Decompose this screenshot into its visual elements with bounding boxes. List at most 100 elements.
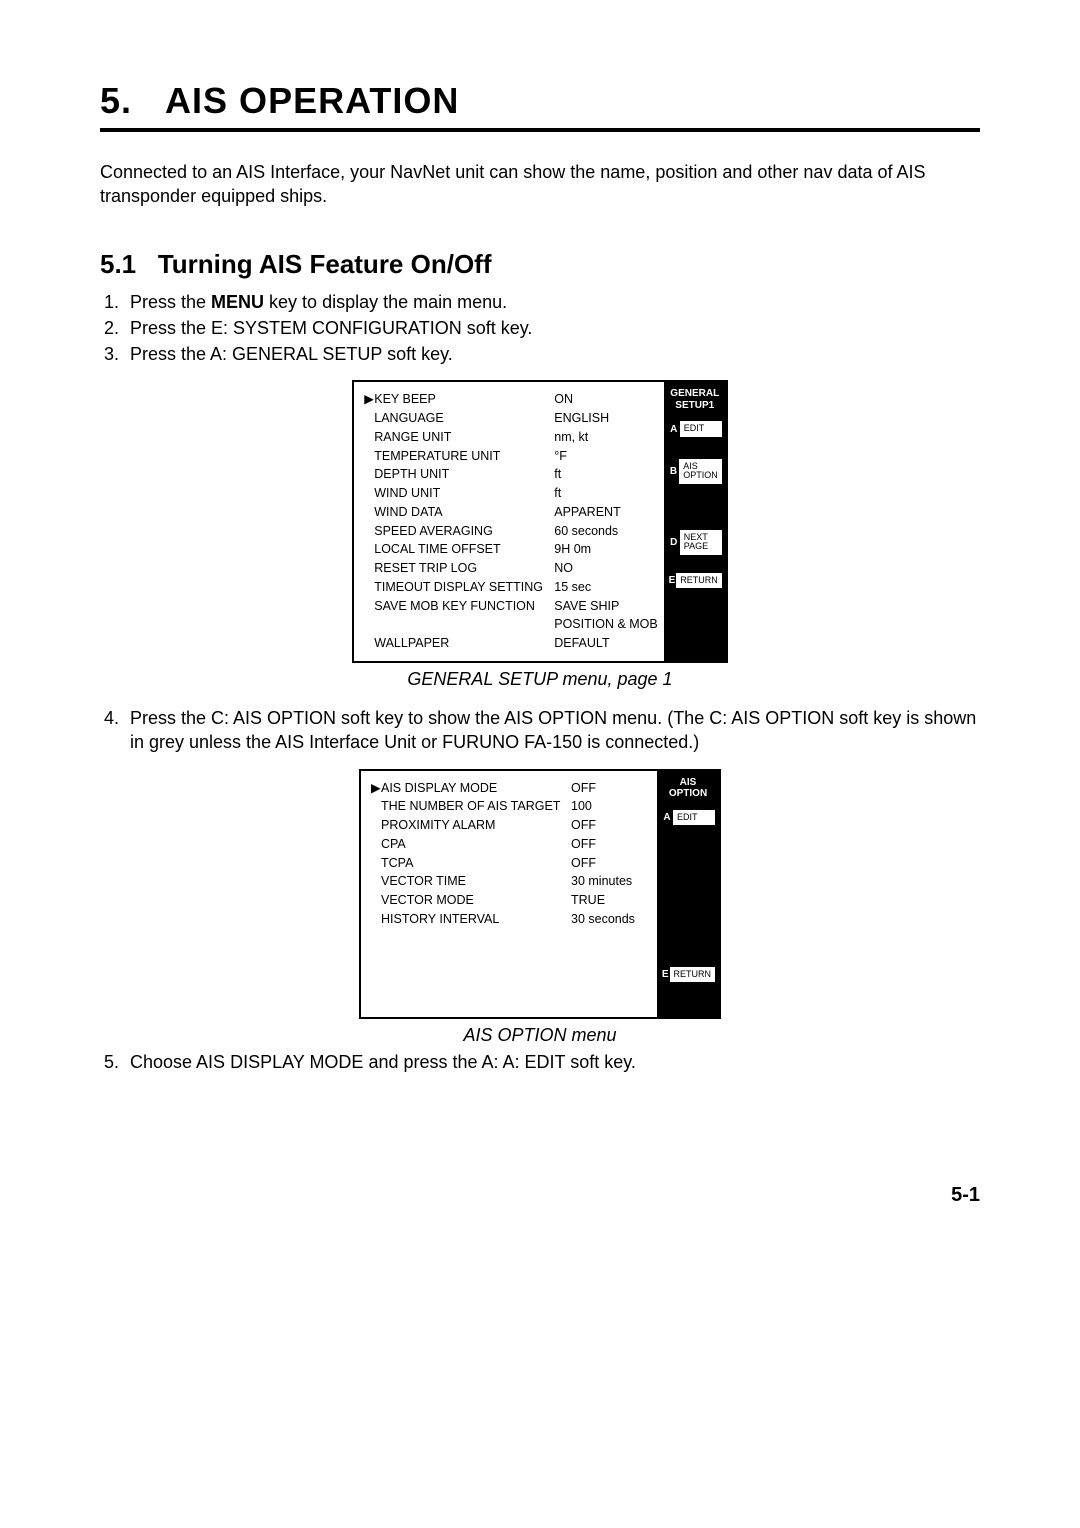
menu-label: DEPTH UNIT — [374, 465, 554, 484]
softkey-a-edit[interactable]: A EDIT — [661, 810, 715, 825]
menu-label: WIND UNIT — [374, 484, 554, 503]
menu-row: WIND UNITft — [364, 484, 658, 503]
softkey-e-return[interactable]: E RETURN — [668, 573, 722, 588]
menu-label: LOCAL TIME OFFSET — [374, 540, 554, 559]
step-3: Press the A: GENERAL SETUP soft key. — [124, 342, 980, 366]
menu-value: 30 seconds — [571, 910, 635, 929]
menu-value: APPARENT — [554, 503, 620, 522]
menu-label: TCPA — [381, 854, 571, 873]
menu-extra-line: POSITION & MOB — [364, 615, 658, 634]
menu-label: RANGE UNIT — [374, 428, 554, 447]
menu-value: nm, kt — [554, 428, 588, 447]
chapter-number: 5. — [100, 80, 132, 121]
menu-label: RESET TRIP LOG — [374, 559, 554, 578]
menu-value: °F — [554, 447, 567, 466]
menu-main-panel: ▶KEY BEEPONLANGUAGEENGLISHRANGE UNITnm, … — [354, 382, 664, 661]
page-number: 5-1 — [100, 1184, 980, 1207]
menu-row: VECTOR TIME30 minutes — [371, 872, 651, 891]
menu-label: SPEED AVERAGING — [374, 522, 554, 541]
menu-value: 9H 0m — [554, 540, 591, 559]
menu-value: 30 minutes — [571, 872, 632, 891]
section-number: 5.1 — [100, 249, 136, 279]
menu-row: SAVE MOB KEY FUNCTIONSAVE SHIP — [364, 597, 658, 616]
menu-label: CPA — [381, 835, 571, 854]
menu-row: TEMPERATURE UNIT°F — [364, 447, 658, 466]
general-setup-menu: ▶KEY BEEPONLANGUAGEENGLISHRANGE UNITnm, … — [352, 380, 728, 663]
section-heading: 5.1 Turning AIS Feature On/Off — [100, 249, 980, 280]
menu-value: ft — [554, 465, 561, 484]
ais-option-menu: ▶AIS DISPLAY MODEOFFTHE NUMBER OF AIS TA… — [359, 769, 721, 1019]
menu-row: WALLPAPER DEFAULT — [364, 634, 658, 653]
menu-row: WIND DATAAPPARENT — [364, 503, 658, 522]
menu-value: TRUE — [571, 891, 605, 910]
step-1: Press the MENU key to display the main m… — [124, 290, 980, 314]
menu-row: THE NUMBER OF AIS TARGET100 — [371, 797, 651, 816]
menu-row: SPEED AVERAGING60 seconds — [364, 522, 658, 541]
chapter-heading: 5. AIS OPERATION — [100, 80, 980, 122]
menu-row: CPAOFF — [371, 835, 651, 854]
menu-label: VECTOR MODE — [381, 891, 571, 910]
menu-value: 60 seconds — [554, 522, 618, 541]
menu-row: ▶KEY BEEPON — [364, 390, 658, 409]
pointer-icon: ▶ — [371, 779, 381, 798]
menu-label: TEMPERATURE UNIT — [374, 447, 554, 466]
menu-value: 15 sec — [554, 578, 591, 597]
menu-label: TIMEOUT DISPLAY SETTING — [374, 578, 554, 597]
menu-main-panel: ▶AIS DISPLAY MODEOFFTHE NUMBER OF AIS TA… — [361, 771, 657, 1017]
menu-row: TIMEOUT DISPLAY SETTING15 sec — [364, 578, 658, 597]
menu-row: RANGE UNITnm, kt — [364, 428, 658, 447]
menu-value: SAVE SHIP — [554, 597, 619, 616]
intro-paragraph: Connected to an AIS Interface, your NavN… — [100, 160, 980, 209]
menu-label: SAVE MOB KEY FUNCTION — [374, 597, 554, 616]
ais-option-caption: AIS OPTION menu — [100, 1025, 980, 1046]
general-setup-caption: GENERAL SETUP menu, page 1 — [100, 669, 980, 690]
pointer-icon: ▶ — [364, 390, 374, 409]
menu-value: ON — [554, 390, 573, 409]
steps-list-5: Choose AIS DISPLAY MODE and press the A:… — [100, 1050, 980, 1074]
side-title: AIS OPTION — [661, 777, 715, 800]
menu-label: LANGUAGE — [374, 409, 554, 428]
menu-row: RESET TRIP LOGNO — [364, 559, 658, 578]
menu-value: OFF — [571, 854, 596, 873]
menu-row: DEPTH UNITft — [364, 465, 658, 484]
steps-list-4: Press the C: AIS OPTION soft key to show… — [100, 706, 980, 755]
menu-label: KEY BEEP — [374, 390, 554, 409]
menu-label: VECTOR TIME — [381, 872, 571, 891]
step-2: Press the E: SYSTEM CONFIGURATION soft k… — [124, 316, 980, 340]
menu-label: WIND DATA — [374, 503, 554, 522]
menu-row: VECTOR MODETRUE — [371, 891, 651, 910]
menu-row: TCPAOFF — [371, 854, 651, 873]
menu-value: OFF — [571, 816, 596, 835]
menu-row: ▶AIS DISPLAY MODEOFF — [371, 779, 651, 798]
softkey-d-next-page[interactable]: D NEXT PAGE — [668, 530, 722, 555]
softkey-column: GENERAL SETUP1 A EDIT B AIS OPTION D NEX… — [664, 382, 726, 661]
step-5: Choose AIS DISPLAY MODE and press the A:… — [124, 1050, 980, 1074]
menu-label: HISTORY INTERVAL — [381, 910, 571, 929]
ais-option-figure: ▶AIS DISPLAY MODEOFFTHE NUMBER OF AIS TA… — [100, 769, 980, 1019]
menu-label: THE NUMBER OF AIS TARGET — [381, 797, 571, 816]
menu-value: NO — [554, 559, 573, 578]
chapter-title: AIS OPERATION — [165, 80, 459, 121]
softkey-e-return[interactable]: E RETURN — [661, 967, 715, 982]
chapter-rule — [100, 128, 980, 132]
softkey-a-edit[interactable]: A EDIT — [668, 421, 722, 436]
steps-list-top: Press the MENU key to display the main m… — [100, 290, 980, 367]
softkey-column: AIS OPTION A EDIT E RETURN — [657, 771, 719, 1017]
general-setup-figure: ▶KEY BEEPONLANGUAGEENGLISHRANGE UNITnm, … — [100, 380, 980, 663]
menu-value: ENGLISH — [554, 409, 609, 428]
menu-row: LOCAL TIME OFFSET9H 0m — [364, 540, 658, 559]
softkey-b-ais-option[interactable]: B AIS OPTION — [668, 459, 722, 484]
side-title: GENERAL SETUP1 — [668, 388, 722, 411]
menu-row: LANGUAGEENGLISH — [364, 409, 658, 428]
menu-label: AIS DISPLAY MODE — [381, 779, 571, 798]
menu-value: OFF — [571, 779, 596, 798]
menu-label: PROXIMITY ALARM — [381, 816, 571, 835]
menu-value: ft — [554, 484, 561, 503]
page: 5. AIS OPERATION Connected to an AIS Int… — [0, 0, 1080, 1247]
menu-value: 100 — [571, 797, 592, 816]
menu-value: OFF — [571, 835, 596, 854]
section-title: Turning AIS Feature On/Off — [158, 249, 492, 279]
step-4: Press the C: AIS OPTION soft key to show… — [124, 706, 980, 755]
menu-row: PROXIMITY ALARMOFF — [371, 816, 651, 835]
menu-row: HISTORY INTERVAL30 seconds — [371, 910, 651, 929]
